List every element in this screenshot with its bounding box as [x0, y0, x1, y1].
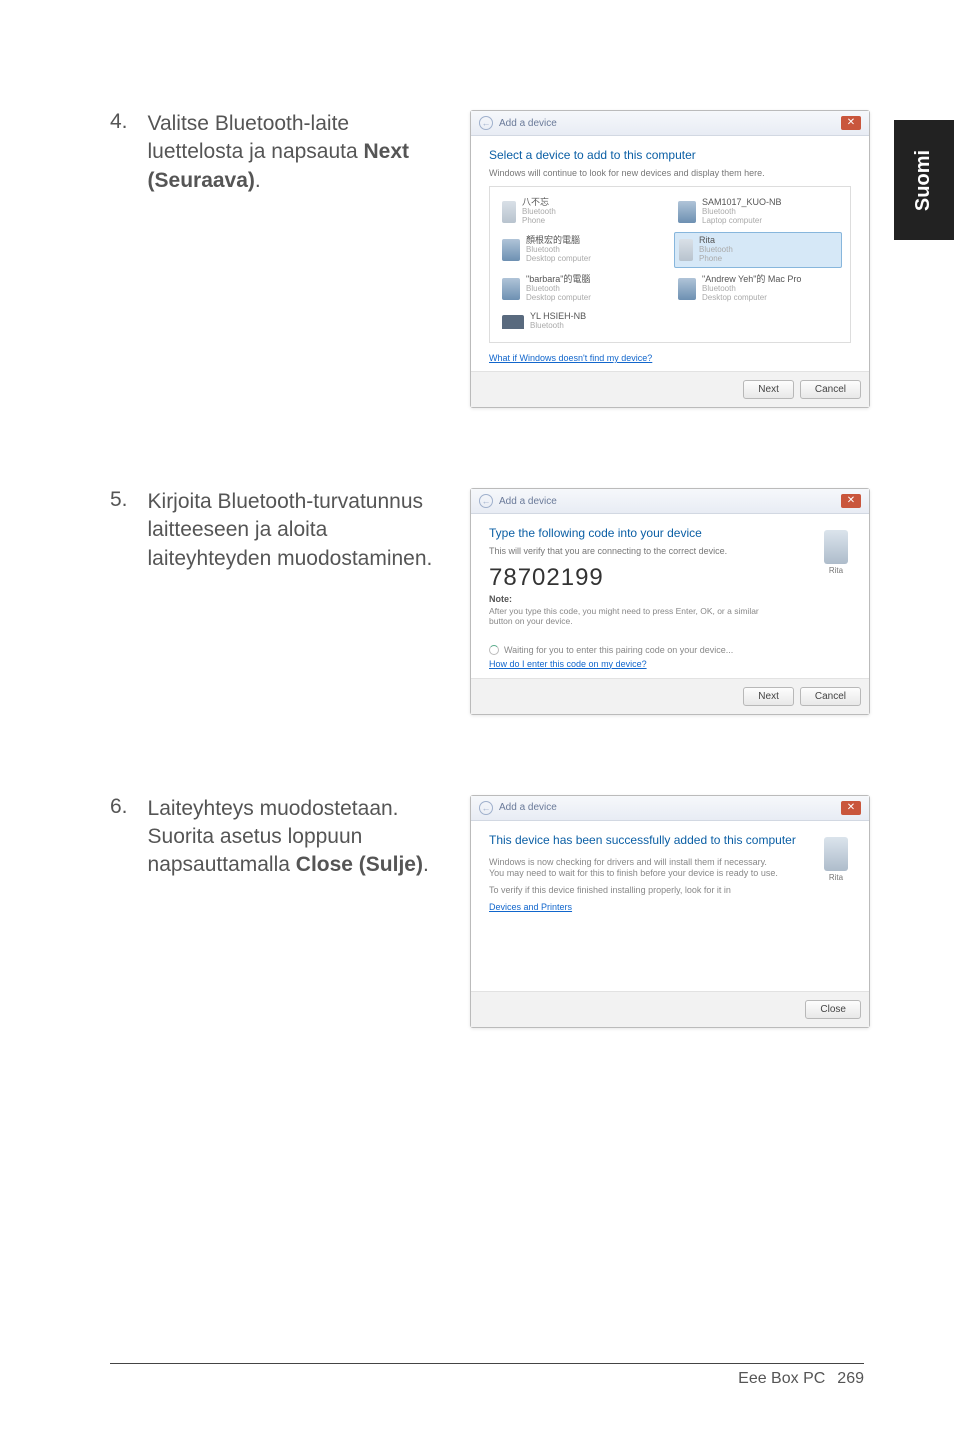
- back-icon[interactable]: ←: [479, 116, 493, 130]
- device-thumbnail: Rita: [821, 530, 851, 575]
- footer-page-number: 269: [837, 1370, 864, 1388]
- pairing-code-dialog: ← Add a device ✕ Rita Type the following…: [470, 488, 870, 714]
- close-icon[interactable]: ✕: [841, 116, 861, 130]
- phone-icon: [679, 239, 693, 261]
- laptop-icon: [502, 315, 524, 329]
- back-icon[interactable]: ←: [479, 801, 493, 815]
- dialog-title: Add a device: [499, 496, 557, 507]
- dialog-titlebar: ← Add a device ✕: [471, 111, 869, 136]
- step-number: 4.: [110, 110, 128, 408]
- computer-icon: [502, 278, 520, 300]
- device-item-selected[interactable]: RitaBluetoothPhone: [674, 232, 842, 267]
- step-number: 6.: [110, 795, 128, 1028]
- back-icon[interactable]: ←: [479, 494, 493, 508]
- device-item[interactable]: 八不忘BluetoothPhone: [498, 195, 666, 228]
- dialog-subtext: This will verify that you are connecting…: [489, 546, 851, 556]
- dialog-titlebar: ← Add a device ✕: [471, 489, 869, 514]
- next-button[interactable]: Next: [743, 687, 794, 706]
- phone-icon: [502, 201, 516, 223]
- computer-icon: [678, 278, 696, 300]
- footer-product: Eee Box PC: [738, 1370, 825, 1388]
- step-text: Laiteyhteys muodostetaan. Suorita asetus…: [148, 795, 440, 1028]
- success-dialog: ← Add a device ✕ Rita This device has be…: [470, 795, 870, 1028]
- help-link[interactable]: What if Windows doesn't find my device?: [489, 353, 851, 363]
- spinner-icon: [489, 645, 499, 655]
- dialog-heading: Type the following code into your device: [489, 526, 851, 540]
- pairing-code: 78702199: [489, 564, 851, 592]
- device-thumbnail: Rita: [821, 837, 851, 882]
- add-device-dialog: ← Add a device ✕ Select a device to add …: [470, 110, 870, 408]
- close-icon[interactable]: ✕: [841, 494, 861, 508]
- dialog-subtext: Windows will continue to look for new de…: [489, 168, 851, 178]
- cancel-button[interactable]: Cancel: [800, 687, 861, 706]
- next-button[interactable]: Next: [743, 380, 794, 399]
- device-item[interactable]: "Andrew Yeh"的 Mac ProBluetoothDesktop co…: [674, 272, 842, 305]
- close-icon[interactable]: ✕: [841, 801, 861, 815]
- note-label: Note:: [489, 594, 851, 604]
- dialog-heading: This device has been successfully added …: [489, 833, 851, 847]
- device-item[interactable]: 顏根宏的電腦BluetoothDesktop computer: [498, 232, 666, 267]
- dialog-heading: Select a device to add to this computer: [489, 148, 851, 162]
- devices-printers-link[interactable]: Devices and Printers: [489, 902, 851, 912]
- dialog-title: Add a device: [499, 118, 557, 129]
- waiting-status: Waiting for you to enter this pairing co…: [489, 645, 851, 655]
- note-text: After you type this code, you might need…: [489, 606, 769, 626]
- device-list: 八不忘BluetoothPhone SAM1017_KUO-NBBluetoot…: [489, 186, 851, 343]
- step-6: 6. Laiteyhteys muodostetaan. Suorita ase…: [110, 795, 864, 1028]
- step-5: 5. Kirjoita Bluetooth-turvatunnus laitte…: [110, 488, 864, 714]
- success-text-2: To verify if this device finished instal…: [489, 885, 779, 896]
- phone-icon: [824, 837, 848, 871]
- step-text: Valitse Bluetooth-laite luettelosta ja n…: [148, 110, 440, 408]
- computer-icon: [502, 239, 520, 261]
- device-item[interactable]: YL HSIEH-NBBluetooth: [498, 309, 666, 334]
- page-footer: Eee Box PC 269: [110, 1363, 864, 1388]
- dialog-title: Add a device: [499, 802, 557, 813]
- success-text-1: Windows is now checking for drivers and …: [489, 857, 779, 880]
- device-item[interactable]: SAM1017_KUO-NBBluetoothLaptop computer: [674, 195, 842, 228]
- step-text: Kirjoita Bluetooth-turvatunnus laitteese…: [148, 488, 440, 714]
- computer-icon: [678, 201, 696, 223]
- dialog-titlebar: ← Add a device ✕: [471, 796, 869, 821]
- cancel-button[interactable]: Cancel: [800, 380, 861, 399]
- phone-icon: [824, 530, 848, 564]
- step-number: 5.: [110, 488, 128, 714]
- device-item[interactable]: "barbara"的電腦BluetoothDesktop computer: [498, 272, 666, 305]
- close-button[interactable]: Close: [805, 1000, 861, 1019]
- help-link[interactable]: How do I enter this code on my device?: [489, 659, 647, 669]
- step-4: 4. Valitse Bluetooth-laite luettelosta j…: [110, 110, 864, 408]
